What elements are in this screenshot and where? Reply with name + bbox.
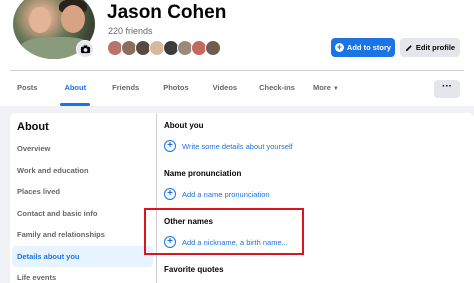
- friend-avatars[interactable]: [107, 40, 221, 56]
- about-sidebar: About Overview Work and education Places…: [10, 113, 155, 283]
- about-title: About: [17, 121, 49, 133]
- favorite-quotes-title: Favorite quotes: [164, 265, 224, 274]
- tab-check-ins[interactable]: Check-ins: [259, 78, 295, 104]
- profile-name: Jason Cohen: [107, 2, 227, 23]
- column-divider: [156, 113, 157, 283]
- plus-icon: +: [334, 42, 344, 52]
- tab-about[interactable]: About: [60, 78, 90, 106]
- friend-avatar[interactable]: [205, 40, 221, 56]
- menu-details-about-you[interactable]: Details about you: [12, 245, 153, 267]
- add-to-story-label: Add to story: [346, 43, 392, 52]
- menu-family-relationships[interactable]: Family and relationships: [12, 224, 153, 246]
- header-divider: [10, 70, 464, 71]
- name-pronunciation-title: Name pronunciation: [164, 169, 242, 178]
- add-to-story-button[interactable]: + Add to story: [331, 38, 395, 57]
- add-circle-icon: +: [164, 188, 176, 200]
- about-you-action[interactable]: Write some details about yourself: [182, 142, 293, 151]
- menu-places-lived[interactable]: Places lived: [12, 181, 153, 203]
- menu-overview[interactable]: Overview: [12, 138, 153, 160]
- friends-count[interactable]: 220 friends: [108, 26, 153, 36]
- more-options-button[interactable]: ···: [434, 80, 460, 98]
- pencil-icon: [405, 44, 412, 51]
- add-circle-icon: +: [164, 140, 176, 152]
- tab-posts[interactable]: Posts: [17, 78, 37, 104]
- name-pronunciation-action[interactable]: Add a name pronunciation: [182, 190, 270, 199]
- details-panel: About you + Write some details about you…: [164, 113, 464, 283]
- camera-icon[interactable]: [76, 40, 94, 58]
- profile-header: Jason Cohen 220 friends + Add to story E…: [0, 0, 474, 106]
- tab-friends[interactable]: Friends: [112, 78, 139, 104]
- about-you-title: About you: [164, 121, 204, 130]
- tab-more[interactable]: More ▼: [313, 78, 339, 104]
- about-card: About Overview Work and education Places…: [10, 113, 474, 283]
- tab-photos[interactable]: Photos: [163, 78, 188, 104]
- menu-contact-info[interactable]: Contact and basic info: [12, 203, 153, 225]
- highlight-box: [144, 208, 304, 255]
- tab-videos[interactable]: Videos: [213, 78, 237, 104]
- menu-life-events[interactable]: Life events: [12, 267, 153, 283]
- edit-profile-button[interactable]: Edit profile: [400, 38, 460, 57]
- menu-work-and-education[interactable]: Work and education: [12, 160, 153, 182]
- profile-tabs: Posts About Friends Photos Videos Check-…: [10, 78, 339, 106]
- about-you-add[interactable]: + Write some details about yourself: [164, 140, 293, 152]
- name-pronunciation-add[interactable]: + Add a name pronunciation: [164, 188, 270, 200]
- edit-profile-label: Edit profile: [415, 43, 456, 52]
- about-menu: Overview Work and education Places lived…: [12, 138, 153, 283]
- caret-down-icon: ▼: [332, 86, 339, 92]
